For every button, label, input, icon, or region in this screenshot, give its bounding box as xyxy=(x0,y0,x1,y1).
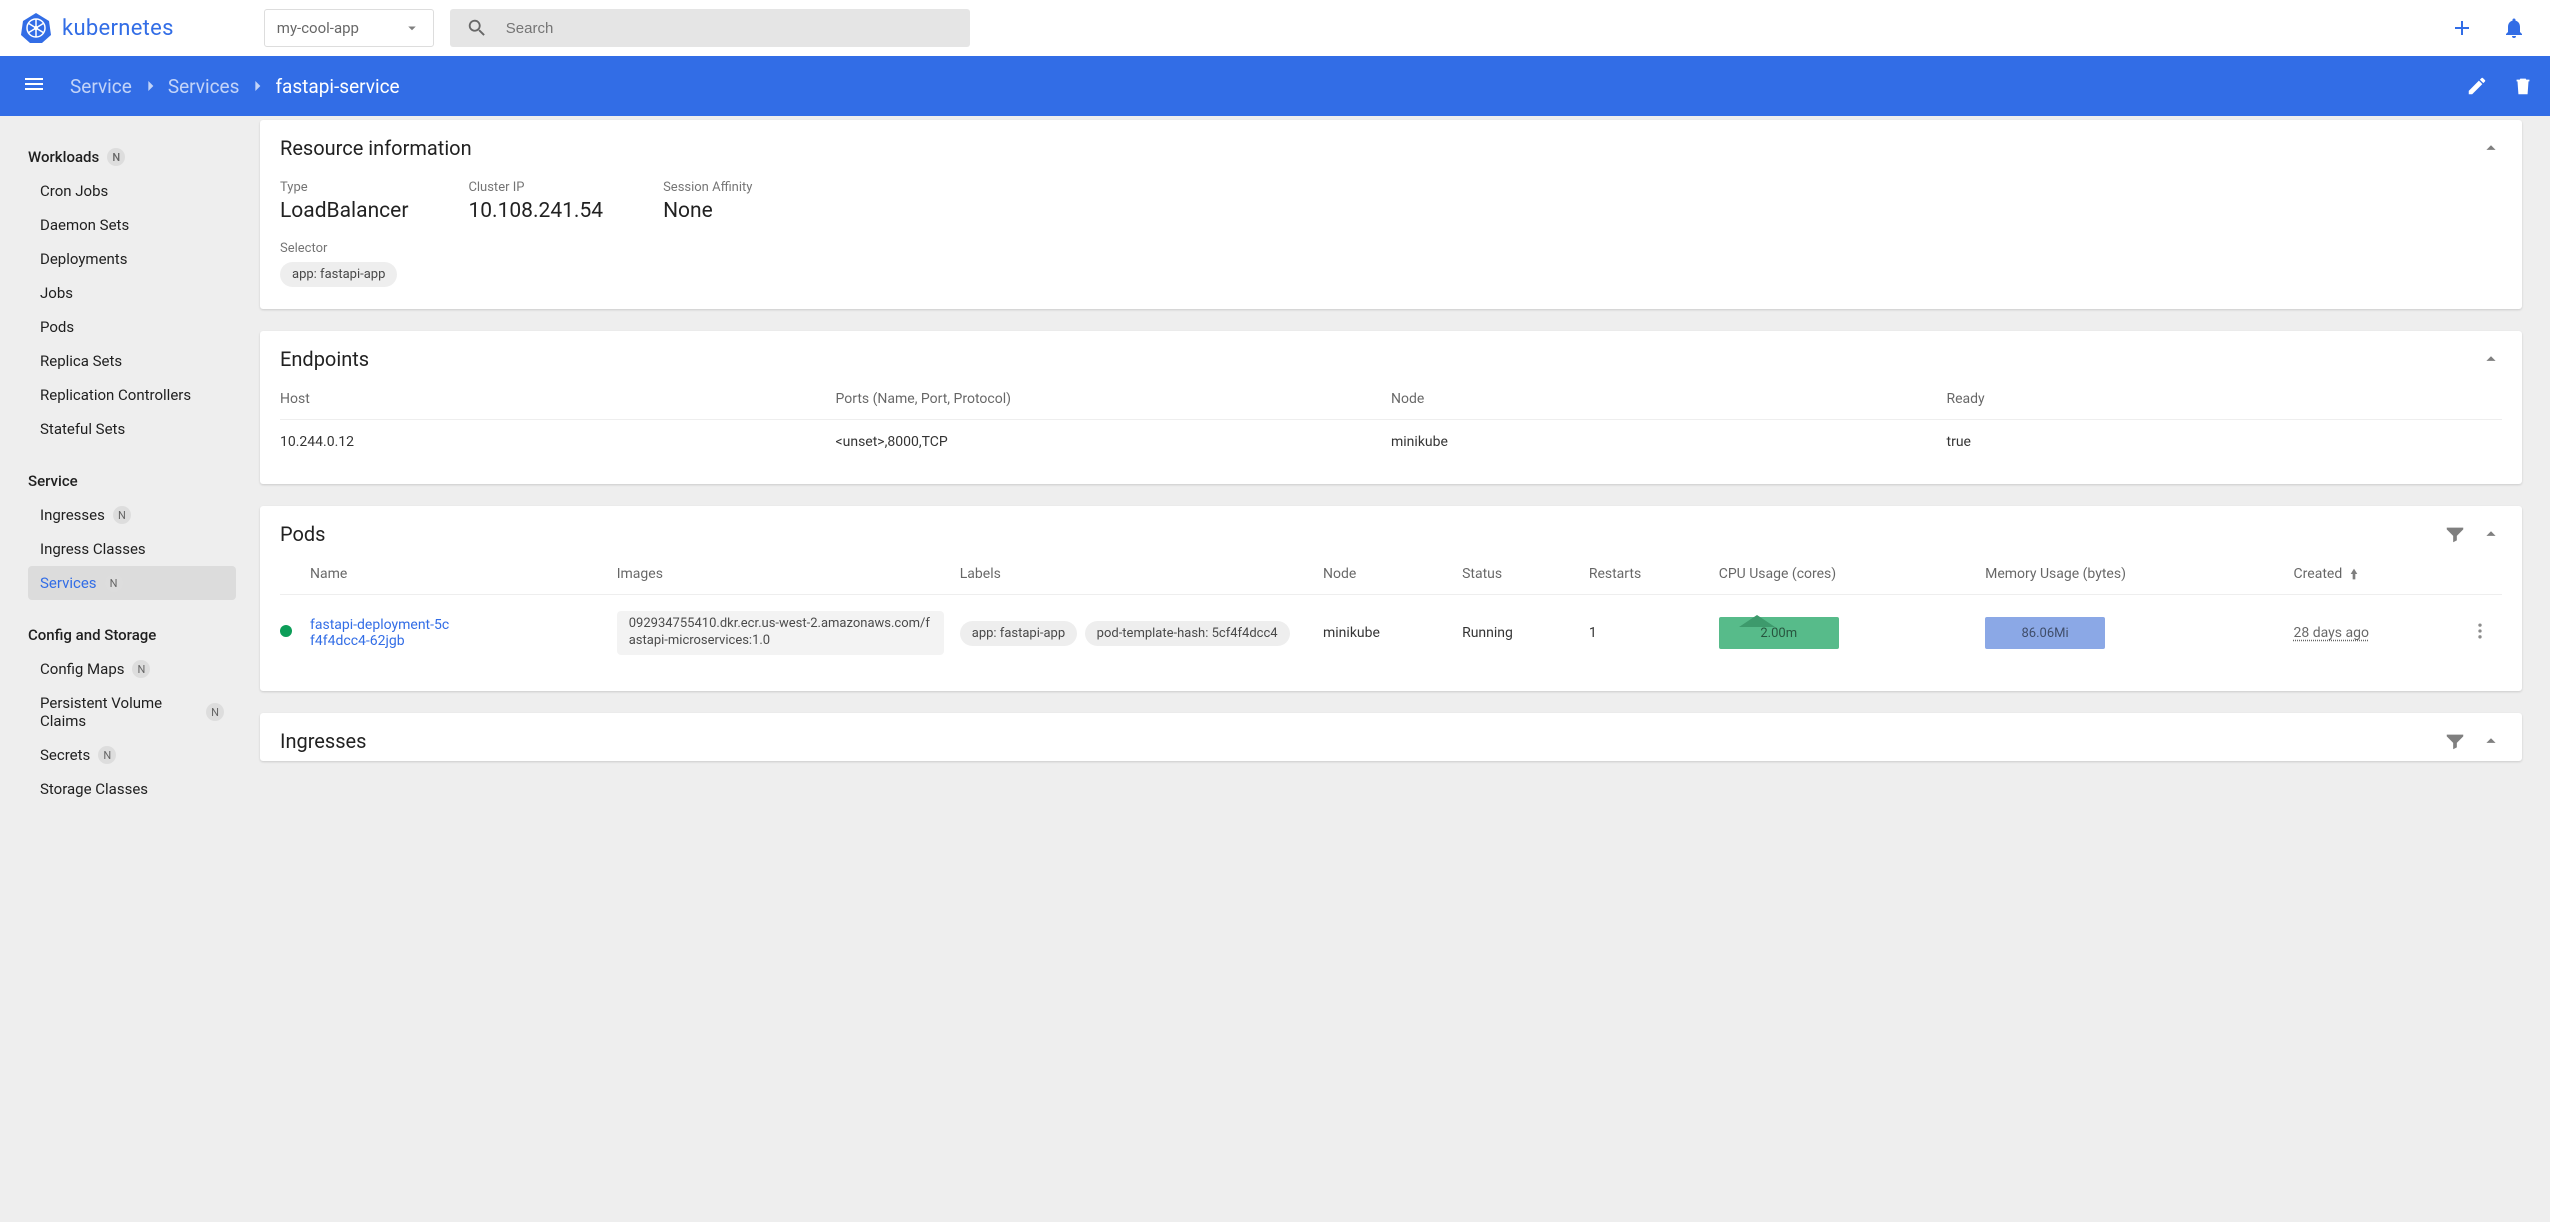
chevron-right-icon xyxy=(140,76,160,96)
table-row: fastapi-deployment-5cf4f4dcc4-62jgb 0929… xyxy=(280,595,2502,671)
card-title: Ingresses xyxy=(280,729,2444,753)
col-node[interactable]: Node xyxy=(1391,379,1947,420)
collapse-icon[interactable] xyxy=(2480,523,2502,545)
sidebar: Workloads N Cron Jobs Daemon Sets Deploy… xyxy=(0,116,240,830)
card-resource-info: Resource information Type LoadBalancer C… xyxy=(260,120,2522,309)
wheel-icon xyxy=(20,12,52,44)
cpu-sparkline: 2.00m xyxy=(1719,617,1839,649)
search-input[interactable] xyxy=(506,20,954,37)
label-chip: app: fastapi-app xyxy=(960,621,1077,646)
badge: N xyxy=(105,574,123,592)
sidebar-item-ingress-classes[interactable]: Ingress Classes xyxy=(0,532,240,566)
col-labels[interactable]: Labels xyxy=(960,554,1323,595)
card-endpoints: Endpoints Host Ports (Name, Port, Protoc… xyxy=(260,331,2522,484)
kubernetes-logo[interactable]: kubernetes xyxy=(16,12,174,44)
crumb-root[interactable]: Service xyxy=(70,75,132,98)
sort-asc-icon xyxy=(2346,566,2362,582)
col-restarts[interactable]: Restarts xyxy=(1589,554,1719,595)
filter-icon[interactable] xyxy=(2444,730,2466,752)
main-content: Resource information Type LoadBalancer C… xyxy=(240,116,2550,830)
search-icon xyxy=(466,17,488,39)
sidebar-item-pvcs[interactable]: Persistent Volume Claims N xyxy=(0,686,240,738)
col-cpu[interactable]: CPU Usage (cores) xyxy=(1719,554,1985,595)
created-time: 28 days ago xyxy=(2294,625,2369,641)
sidebar-item-ingresses[interactable]: Ingresses N xyxy=(0,498,240,532)
sidebar-item-deployments[interactable]: Deployments xyxy=(0,242,240,276)
crumb-current: fastapi-service xyxy=(275,75,399,98)
breadcrumb-bar: Service Services fastapi-service xyxy=(0,56,2550,116)
chevron-right-icon xyxy=(247,76,267,96)
top-bar: kubernetes my-cool-app xyxy=(0,0,2550,56)
pods-table: Name Images Labels Node Status Restarts … xyxy=(280,554,2502,671)
collapse-icon[interactable] xyxy=(2480,730,2502,752)
col-name[interactable]: Name xyxy=(310,554,617,595)
info-session-affinity: Session Affinity None xyxy=(663,180,752,223)
card-title: Resource information xyxy=(280,136,2480,160)
notifications-icon[interactable] xyxy=(2502,16,2526,40)
more-icon[interactable] xyxy=(2470,621,2490,641)
search-box[interactable] xyxy=(450,9,970,47)
col-mem[interactable]: Memory Usage (bytes) xyxy=(1985,554,2293,595)
collapse-icon[interactable] xyxy=(2480,137,2502,159)
sidebar-section-config[interactable]: Config and Storage xyxy=(0,618,240,652)
sidebar-item-daemon-sets[interactable]: Daemon Sets xyxy=(0,208,240,242)
sidebar-item-config-maps[interactable]: Config Maps N xyxy=(0,652,240,686)
sidebar-item-storage-classes[interactable]: Storage Classes xyxy=(0,772,240,806)
col-host[interactable]: Host xyxy=(280,379,836,420)
edit-icon[interactable] xyxy=(2466,75,2488,97)
info-type: Type LoadBalancer xyxy=(280,180,408,223)
namespace-selector[interactable]: my-cool-app xyxy=(264,9,434,47)
sidebar-item-jobs[interactable]: Jobs xyxy=(0,276,240,310)
badge: N xyxy=(107,148,125,166)
selector-chip: app: fastapi-app xyxy=(280,262,397,287)
sidebar-item-stateful-sets[interactable]: Stateful Sets xyxy=(0,412,240,446)
sidebar-item-replica-sets[interactable]: Replica Sets xyxy=(0,344,240,378)
endpoints-table: Host Ports (Name, Port, Protocol) Node R… xyxy=(280,379,2502,464)
col-created[interactable]: Created xyxy=(2294,554,2470,595)
sidebar-item-cron-jobs[interactable]: Cron Jobs xyxy=(0,174,240,208)
delete-icon[interactable] xyxy=(2512,75,2534,97)
label-chip: pod-template-hash: 5cf4f4dcc4 xyxy=(1085,621,1290,646)
info-selector: Selector app: fastapi-app xyxy=(280,241,2502,289)
badge: N xyxy=(113,506,131,524)
col-ready[interactable]: Ready xyxy=(1947,379,2503,420)
create-icon[interactable] xyxy=(2450,16,2474,40)
card-pods: Pods Name Images Labels Node Status Rest… xyxy=(260,506,2522,691)
pod-link[interactable]: fastapi-deployment-5cf4f4dcc4-62jgb xyxy=(310,617,450,649)
col-status[interactable]: Status xyxy=(1462,554,1589,595)
card-title: Endpoints xyxy=(280,347,2480,371)
badge: N xyxy=(206,703,224,721)
badge: N xyxy=(132,660,150,678)
mem-sparkline: 86.06Mi xyxy=(1985,617,2105,649)
col-images[interactable]: Images xyxy=(617,554,960,595)
filter-icon[interactable] xyxy=(2444,523,2466,545)
status-dot-running xyxy=(280,625,292,637)
col-ports[interactable]: Ports (Name, Port, Protocol) xyxy=(836,379,1392,420)
sidebar-item-secrets[interactable]: Secrets N xyxy=(0,738,240,772)
table-row: 10.244.0.12 <unset>,8000,TCP minikube tr… xyxy=(280,420,2502,465)
brand-text: kubernetes xyxy=(62,16,174,41)
sidebar-item-replication-controllers[interactable]: Replication Controllers xyxy=(0,378,240,412)
sidebar-section-workloads[interactable]: Workloads N xyxy=(0,140,240,174)
collapse-icon[interactable] xyxy=(2480,348,2502,370)
chevron-down-icon xyxy=(403,19,421,37)
hamburger-icon xyxy=(22,72,46,96)
col-node[interactable]: Node xyxy=(1323,554,1462,595)
crumb-services[interactable]: Services xyxy=(168,75,240,98)
badge: N xyxy=(98,746,116,764)
sidebar-item-pods[interactable]: Pods xyxy=(0,310,240,344)
info-cluster-ip: Cluster IP 10.108.241.54 xyxy=(468,180,603,223)
card-ingresses: Ingresses xyxy=(260,713,2522,761)
image-chip: 092934755410.dkr.ecr.us-west-2.amazonaws… xyxy=(617,611,944,655)
sidebar-item-services[interactable]: Services N xyxy=(28,566,236,600)
sidebar-section-service[interactable]: Service xyxy=(0,464,240,498)
namespace-value: my-cool-app xyxy=(277,19,359,37)
menu-toggle[interactable] xyxy=(16,66,52,107)
card-title: Pods xyxy=(280,522,2444,546)
